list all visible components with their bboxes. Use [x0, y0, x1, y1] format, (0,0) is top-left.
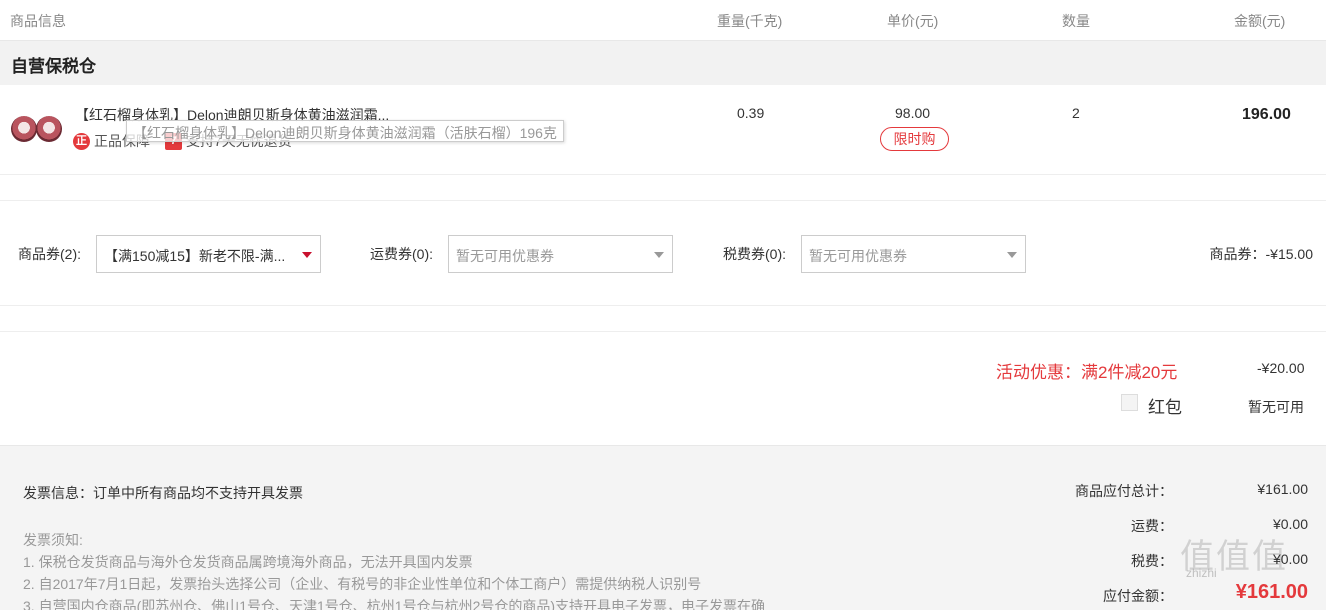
dropdown-caret-icon: [302, 252, 312, 258]
site-watermark-url: zhizhi: [1186, 566, 1217, 580]
dropdown-caret-icon: [1007, 252, 1017, 258]
warehouse-group-header: 自营保税仓: [0, 41, 1326, 85]
payable-label: 应付金额：: [1103, 588, 1173, 604]
divider: [0, 200, 1326, 201]
divider: [0, 331, 1326, 332]
col-amount: 金额(元): [1234, 13, 1286, 29]
col-weight: 重量(千克): [717, 13, 783, 29]
payable-amount: ¥161.00: [1235, 581, 1308, 603]
invoice-notice-item: 3. 自营国内仓商品(即苏州仓、佛山1号仓、天津1号仓、杭州1号仓与杭州2号仓的…: [23, 598, 766, 610]
tax-total-value: ¥0.00: [1272, 551, 1308, 567]
goods-total-label: 商品应付总计：: [1075, 483, 1173, 499]
invoice-notice-item: 1. 保税仓发货商品与海外仓发货商品属跨境海外商品，无法开具国内发票: [23, 554, 473, 570]
limited-time-badge: 限时购: [880, 127, 949, 151]
tax-coupon-label: 税费券(0):: [723, 246, 786, 262]
red-packet-checkbox[interactable]: [1121, 394, 1138, 411]
product-weight: 0.39: [737, 105, 765, 121]
product-thumbnail[interactable]: [11, 116, 37, 142]
shipping-total-value: ¥0.00: [1272, 516, 1308, 532]
table-header: 商品信息 重量(千克) 单价(元) 数量 金额(元): [0, 0, 1326, 41]
shipping-coupon-select[interactable]: 暂无可用优惠券: [448, 235, 673, 273]
product-row: 【红石榴身体乳】Delon迪朗贝斯身体黄油滋润霜... 正 正品保障 7 支持7…: [0, 85, 1326, 175]
product-quantity: 2: [1072, 105, 1080, 121]
tax-total-label: 税费：: [1131, 553, 1173, 569]
goods-total-value: ¥161.00: [1257, 481, 1308, 497]
warehouse-name: 自营保税仓: [11, 57, 96, 76]
shipping-coupon-label: 运费券(0):: [370, 246, 433, 262]
shipping-total-label: 运费：: [1131, 518, 1173, 534]
goods-coupon-select[interactable]: 【满150减15】新老不限-满...: [96, 235, 321, 273]
red-packet-label: 红包: [1148, 398, 1182, 417]
order-footer: 发票信息：订单中所有商品均不支持开具发票 发票须知: 1. 保税仓发货商品与海外…: [0, 445, 1326, 610]
authentic-icon: 正: [73, 132, 90, 150]
tax-coupon-selected: 暂无可用优惠券: [809, 248, 907, 264]
promotion-label: 活动优惠：满2件减20元: [996, 363, 1178, 382]
promotion-discount: -¥20.00: [1257, 360, 1305, 376]
invoice-notice-title: 发票须知:: [23, 532, 83, 548]
tax-coupon-select[interactable]: 暂无可用优惠券: [801, 235, 1026, 273]
goods-coupon-selected: 【满150减15】新老不限-满...: [104, 248, 286, 264]
invoice-info: 发票信息：订单中所有商品均不支持开具发票: [23, 485, 303, 501]
product-unit-price: 98.00: [895, 105, 931, 121]
col-product-info: 商品信息: [10, 13, 66, 29]
goods-coupon-label: 商品券(2):: [18, 246, 81, 262]
goods-coupon-discount: 商品券：-¥15.00: [1209, 246, 1313, 262]
dropdown-caret-icon: [654, 252, 664, 258]
col-quantity: 数量: [1062, 13, 1090, 29]
shipping-coupon-selected: 暂无可用优惠券: [456, 248, 554, 264]
product-title-tooltip: 【红石榴身体乳】Delon迪朗贝斯身体黄油滋润霜（活肤石榴）196克: [126, 120, 564, 142]
invoice-notice-item: 2. 自2017年7月1日起，发票抬头选择公司（企业、有税号的非企业性单位和个体…: [23, 576, 702, 592]
red-packet-status: 暂无可用: [1248, 399, 1304, 415]
divider: [0, 305, 1326, 306]
product-thumbnail[interactable]: [36, 116, 62, 142]
product-amount: 196.00: [1242, 106, 1291, 123]
col-unit-price: 单价(元): [887, 13, 939, 29]
